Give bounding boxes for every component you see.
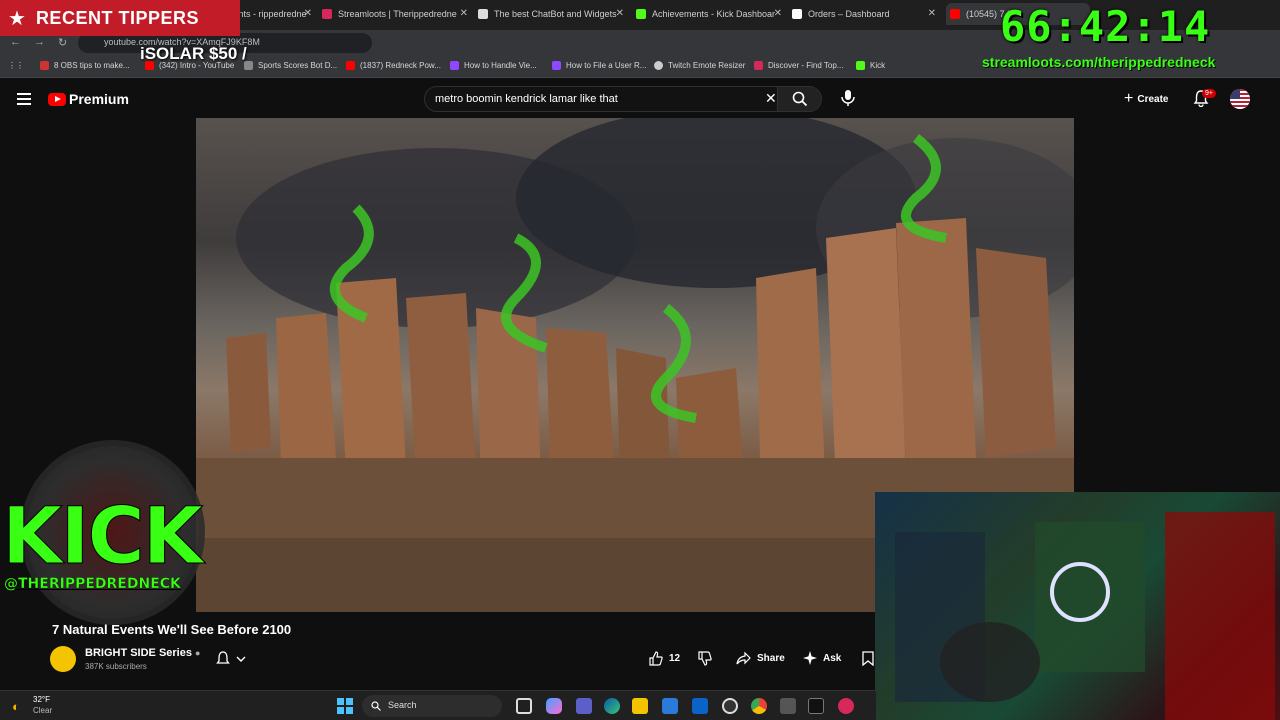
youtube-logo[interactable]: Premium (48, 91, 129, 107)
audio-app-icon[interactable] (838, 698, 854, 714)
search-bar[interactable]: metro boomin kendrick lamar like that ✕ (424, 86, 822, 112)
youtube-play-icon (48, 92, 66, 106)
tab-favicon (792, 9, 802, 19)
terminal-icon[interactable] (808, 698, 824, 714)
thumbs-up-icon (649, 651, 663, 666)
video-title: 7 Natural Events We'll See Before 2100 (52, 622, 292, 637)
search-input[interactable]: metro boomin kendrick lamar like that (435, 93, 618, 105)
verified-icon: ● (195, 648, 201, 658)
back-icon[interactable]: ← (10, 36, 21, 48)
edge-icon[interactable] (604, 698, 620, 714)
bookmark-redneck[interactable]: (1837) Redneck Pow... (346, 61, 441, 70)
forward-icon[interactable]: → (34, 36, 45, 48)
apps-icon[interactable]: ⋮⋮ (8, 61, 24, 70)
youtube-header: Premium metro boomin kendrick lamar like… (0, 80, 1280, 118)
store-icon[interactable] (662, 698, 678, 714)
weather-condition: Clear (33, 706, 53, 715)
recent-tippers-banner: ★ RECENT TIPPERS (0, 0, 240, 36)
bookmark-favicon (754, 61, 763, 70)
channel-avatar[interactable] (50, 646, 76, 672)
taskbar-search[interactable]: Search (362, 695, 502, 717)
bookmark-file-report[interactable]: How to File a User R... (552, 61, 646, 70)
bookmark-kick[interactable]: Kick (856, 61, 885, 70)
windows-start-icon[interactable] (337, 698, 353, 714)
bookmark-sports-bot[interactable]: Sports Scores Bot D... (244, 61, 337, 70)
clear-icon[interactable]: ✕ (765, 90, 777, 107)
bookmark-icon (862, 651, 874, 666)
bookmark-favicon (856, 61, 865, 70)
streamloots-url: streamloots.com/therippedredneck (982, 54, 1216, 70)
app-icon[interactable] (780, 698, 796, 714)
copilot-icon[interactable] (546, 698, 562, 714)
stream-timer: 66:42:14 (1000, 2, 1211, 51)
obs-icon[interactable] (722, 698, 738, 714)
bookmark-favicon (450, 61, 459, 70)
close-icon[interactable]: ✕ (304, 8, 312, 19)
close-icon[interactable]: ✕ (774, 8, 782, 19)
share-button[interactable]: Share (736, 651, 785, 666)
outlook-icon[interactable] (692, 698, 708, 714)
kick-logo-overlay: KICK @THERIPPEDREDNECK (0, 440, 225, 630)
save-button[interactable] (862, 651, 880, 666)
weather-temperature: 32°F (33, 695, 50, 704)
sparkle-icon (803, 651, 817, 665)
avatar[interactable] (1230, 89, 1250, 109)
star-icon: ★ (8, 7, 26, 30)
bookmark-favicon (552, 61, 561, 70)
dislike-button[interactable] (697, 651, 718, 666)
close-icon[interactable]: ✕ (928, 8, 936, 19)
kick-handle: @THERIPPEDREDNECK (4, 576, 181, 592)
plus-icon: + (1124, 90, 1134, 107)
tab-orders-dashboard[interactable]: Orders – Dashboard ✕ (792, 3, 940, 25)
tab-kick-achievements[interactable]: Achievements - Kick Dashboar ✕ (636, 3, 786, 25)
create-button[interactable]: + Create (1124, 90, 1168, 108)
windows-taskbar: ◐ 32°F Clear Search (0, 690, 876, 720)
subscribe-bell-icon[interactable] (214, 650, 246, 668)
bookmark-favicon (346, 61, 355, 70)
bookmark-obs-tips[interactable]: 8 OBS tips to make... (40, 61, 130, 70)
tab-favicon (636, 9, 646, 19)
file-explorer-icon[interactable] (632, 698, 648, 714)
share-icon (736, 651, 751, 665)
mic-icon[interactable] (838, 88, 858, 108)
tipper-entry: iSOLAR $50 / (140, 44, 247, 63)
channel-name[interactable]: BRIGHT SIDE Series ● (85, 647, 200, 659)
close-icon[interactable]: ✕ (616, 8, 624, 19)
tab-favicon (950, 9, 960, 19)
bookmark-discover[interactable]: Discover - Find Top... (754, 61, 843, 70)
bookmark-emote-resizer[interactable]: Twitch Emote Resizer (654, 61, 745, 70)
thumbs-down-icon (698, 651, 712, 666)
tab-chatbot[interactable]: The best ChatBot and Widgets ✕ (478, 3, 628, 25)
weather-icon[interactable]: ◐ (12, 699, 20, 714)
bookmark-favicon (654, 61, 663, 70)
like-button[interactable]: 12 (648, 651, 680, 666)
chrome-icon[interactable] (751, 698, 767, 714)
kick-logo-text: KICK (1, 492, 203, 583)
tab-favicon (322, 9, 332, 19)
webcam-image (875, 492, 1280, 720)
menu-icon[interactable] (17, 93, 31, 108)
subscriber-count: 387K subscribers (85, 662, 147, 671)
task-view-icon[interactable] (516, 698, 532, 714)
close-icon[interactable]: ✕ (460, 8, 468, 19)
tab-favicon (478, 9, 488, 19)
ask-button[interactable]: Ask (803, 651, 841, 665)
tab-streamloots[interactable]: Streamloots | Therippedredne ✕ (322, 3, 472, 25)
search-button[interactable] (777, 87, 821, 111)
search-icon (371, 701, 381, 711)
teams-icon[interactable] (576, 698, 592, 714)
notification-badge: 9+ (1202, 89, 1216, 98)
reload-icon[interactable]: ↻ (58, 36, 67, 49)
webcam-overlay (875, 492, 1280, 720)
search-icon (792, 91, 808, 107)
flag-icon (1230, 89, 1250, 109)
bookmark-handle-viewers[interactable]: How to Handle Vie... (450, 61, 537, 70)
bookmark-favicon (40, 61, 49, 70)
